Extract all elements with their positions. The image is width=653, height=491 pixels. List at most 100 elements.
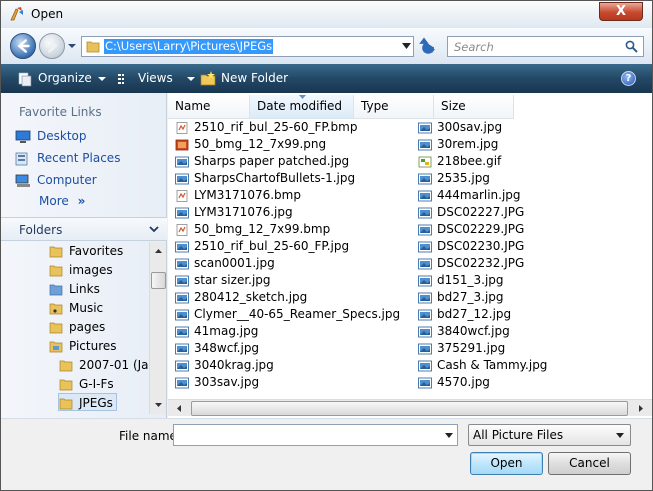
file-item[interactable]: scan0001.jpg	[175, 255, 275, 272]
file-item[interactable]: 30rem.jpg	[418, 136, 498, 153]
file-name: 375291.jpg	[437, 341, 506, 355]
file-item[interactable]: d151_3.jpg	[418, 272, 504, 289]
scroll-right-icon[interactable]	[633, 401, 649, 416]
file-list-scrollbar[interactable]	[168, 399, 652, 416]
file-item[interactable]: DSC02230.JPG	[418, 238, 524, 255]
window-title: Open	[31, 7, 64, 21]
folder-tree-scrollbar[interactable]	[149, 242, 166, 414]
file-item[interactable]: 3840wcf.jpg	[418, 323, 510, 340]
file-item[interactable]: DSC02229.JPG	[418, 221, 524, 238]
column-header-size[interactable]: Size	[434, 95, 514, 119]
file-item[interactable]: star sizer.jpg	[175, 272, 271, 289]
views-icon	[118, 73, 124, 84]
favorite-link-desktop[interactable]: Desktop	[15, 126, 87, 146]
file-item[interactable]: 280412_sketch.jpg	[175, 289, 307, 306]
address-path[interactable]: C:\Users\Larry\Pictures\JPEGs	[104, 39, 274, 54]
tree-item-2007-01-jan[interactable]: 2007-01 (Jan)	[59, 356, 149, 374]
address-dropdown-icon[interactable]	[402, 43, 411, 49]
file-name-input[interactable]	[173, 424, 458, 446]
file-item[interactable]: 218bee.gif	[418, 153, 501, 170]
file-item[interactable]: DSC02232.JPG	[418, 255, 524, 272]
column-header-label: Name	[175, 99, 211, 113]
file-item[interactable]: 50_bmg_12_7x99.bmp	[175, 221, 330, 238]
views-button[interactable]: Views	[117, 64, 195, 93]
more-links-button[interactable]: More »	[39, 194, 85, 208]
more-label: More	[39, 194, 69, 208]
scroll-left-icon[interactable]	[171, 401, 187, 416]
jpg-file-icon	[175, 275, 189, 286]
tree-item-g-i-fs[interactable]: G-I-Fs	[59, 375, 114, 393]
file-name: 2510_rif_bul_25-60_FP.bmp	[194, 120, 358, 134]
file-item[interactable]: bd27_3.jpg	[418, 289, 504, 306]
file-name: 280412_sketch.jpg	[194, 290, 308, 304]
refresh-icon[interactable]	[418, 37, 438, 55]
favorite-link-recent-places[interactable]: Recent Places	[15, 148, 120, 168]
new-folder-button[interactable]: New Folder	[200, 64, 288, 93]
organize-button[interactable]: Organize	[17, 64, 106, 93]
scroll-up-icon[interactable]	[151, 243, 166, 259]
file-item[interactable]: 2510_rif_bul_25-60_FP.bmp	[175, 119, 357, 136]
file-item[interactable]: 303sav.jpg	[175, 374, 259, 391]
recent-pages-chevron-icon[interactable]	[67, 41, 77, 51]
chevron-down-icon[interactable]	[149, 226, 159, 233]
jpg-file-icon	[418, 292, 432, 303]
tree-item-pictures[interactable]: Pictures	[49, 337, 117, 355]
file-type-select[interactable]: All Picture Files	[468, 424, 631, 446]
tree-item-images[interactable]: images	[49, 261, 113, 279]
jpg-file-icon	[175, 156, 189, 167]
file-type-value: All Picture Files	[473, 428, 564, 442]
file-item[interactable]: Cash & Tammy.jpg	[418, 357, 547, 374]
jpg-file-icon	[175, 326, 189, 337]
file-item[interactable]: 3040krag.jpg	[175, 357, 274, 374]
favorite-link-computer[interactable]: Computer	[15, 170, 97, 190]
scroll-down-icon[interactable]	[151, 397, 166, 413]
file-name: bd27_3.jpg	[437, 290, 504, 304]
file-item[interactable]: 2510_rif_bul_25-60_FP.jpg	[175, 238, 349, 255]
file-item[interactable]: 444marlin.jpg	[418, 187, 521, 204]
file-item[interactable]: Sharps paper patched.jpg	[175, 153, 349, 170]
column-header-type[interactable]: Type	[354, 95, 434, 119]
tree-item-jpegs[interactable]: JPEGs	[58, 393, 117, 411]
tree-item-pages[interactable]: pages	[49, 318, 105, 336]
open-dialog: Open X C:\Users\Larry\Pictures\JPEGs Sea…	[0, 0, 653, 491]
file-item[interactable]: 375291.jpg	[418, 340, 505, 357]
search-icon[interactable]	[625, 40, 638, 53]
folders-header[interactable]: Folders	[1, 217, 167, 241]
address-bar[interactable]: C:\Users\Larry\Pictures\JPEGs	[81, 36, 414, 57]
file-name-dropdown-icon[interactable]	[445, 433, 453, 438]
scroll-thumb[interactable]	[151, 272, 166, 289]
open-button[interactable]: Open	[470, 452, 543, 475]
file-item[interactable]: 348wcf.jpg	[175, 340, 259, 357]
column-header-name[interactable]: Name	[168, 95, 250, 119]
folder-icon	[49, 265, 63, 277]
file-item[interactable]: 300sav.jpg	[418, 119, 502, 136]
file-item[interactable]: bd27_12.jpg	[418, 306, 511, 323]
help-icon[interactable]: ?	[621, 71, 636, 86]
file-type-dropdown-icon[interactable]	[616, 433, 624, 438]
close-button[interactable]: X	[599, 2, 643, 21]
search-box[interactable]: Search	[447, 36, 644, 57]
forward-button[interactable]	[39, 33, 65, 59]
jpg-file-icon	[175, 207, 189, 218]
file-item[interactable]: DSC02227.JPG	[418, 204, 524, 221]
scroll-thumb[interactable]	[191, 401, 628, 416]
back-button[interactable]	[10, 33, 36, 59]
file-item[interactable]: LYM3171076.bmp	[175, 187, 301, 204]
tree-item-links[interactable]: Links	[49, 280, 100, 298]
file-item[interactable]: 2535.jpg	[418, 170, 490, 187]
cancel-button[interactable]: Cancel	[548, 452, 631, 475]
file-item[interactable]: SharpsChartofBullets-1.jpg	[175, 170, 355, 187]
file-item[interactable]: Clymer__40-65_Reamer_Specs.jpg	[175, 306, 400, 323]
favorite-link-label: Computer	[37, 173, 97, 187]
tree-item-label: Music	[69, 301, 104, 315]
organize-chevron-icon	[97, 76, 106, 81]
file-item[interactable]: 50_bmg_12_7x99.png	[175, 136, 326, 153]
file-item[interactable]: LYM3171076.jpg	[175, 204, 293, 221]
file-item[interactable]: 4570.jpg	[418, 374, 490, 391]
title-bar[interactable]: Open X	[1, 1, 652, 28]
file-item[interactable]: 41mag.jpg	[175, 323, 258, 340]
tree-item-favorites[interactable]: Favorites	[49, 242, 123, 260]
dialog-footer: File name: All Picture Files Open Cancel	[1, 418, 652, 490]
column-header-date-modified[interactable]: Date modified	[250, 95, 354, 119]
tree-item-music[interactable]: Music	[49, 299, 103, 317]
